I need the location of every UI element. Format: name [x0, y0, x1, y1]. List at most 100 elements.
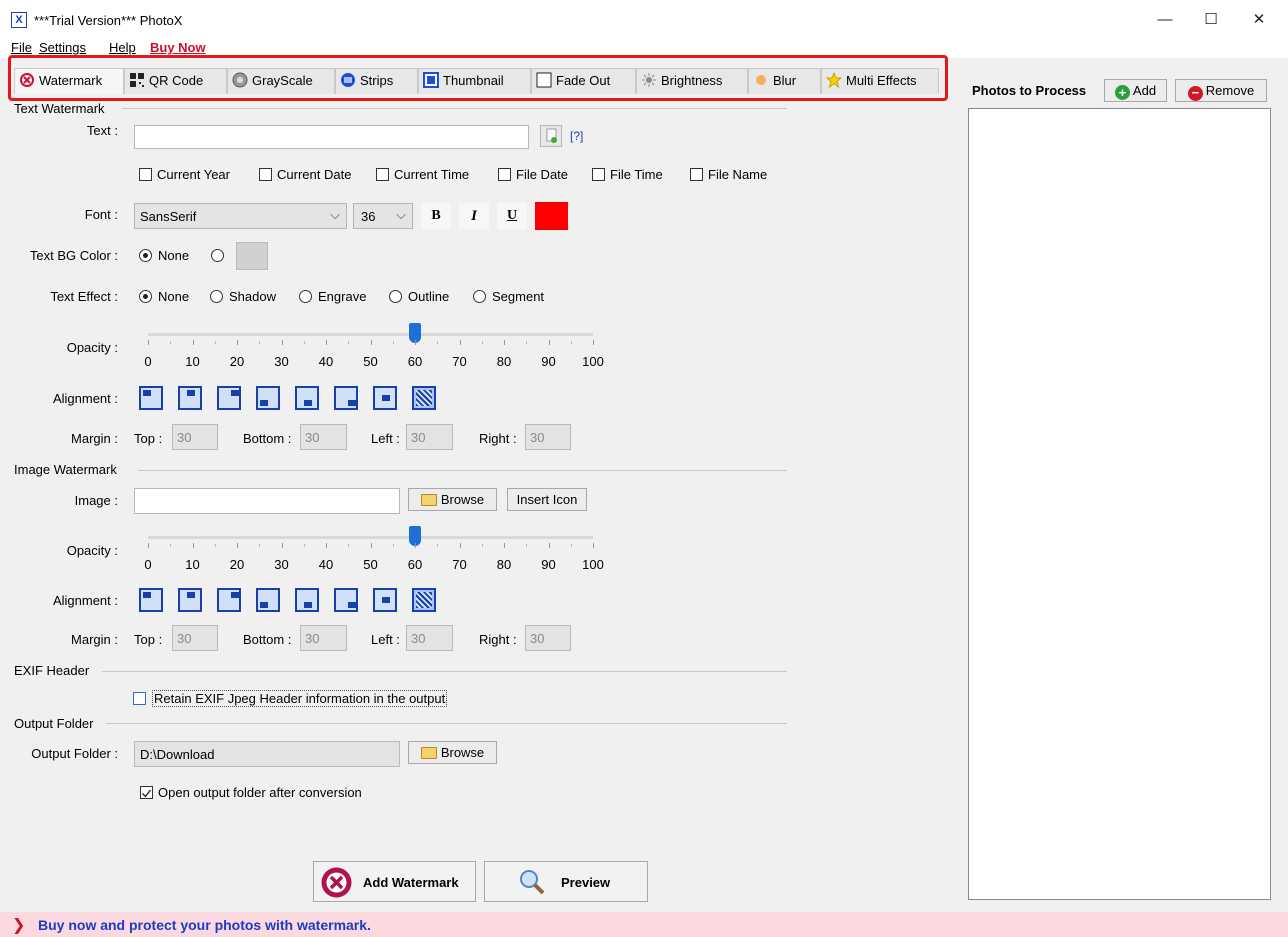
effect-label: Segment — [492, 289, 545, 304]
slider-tick-label: 0 — [144, 557, 152, 572]
retain-exif-checkbox[interactable] — [133, 692, 146, 705]
minimize-button[interactable]: — — [1142, 6, 1188, 34]
add-watermark-button[interactable]: Add Watermark — [313, 861, 476, 902]
add-photos-button[interactable]: + Add — [1104, 79, 1167, 102]
checkbox-current-time[interactable] — [376, 168, 389, 181]
checkbox-file-date[interactable] — [498, 168, 511, 181]
slider-minor-tick — [259, 341, 261, 344]
margin-top-input[interactable]: 30 — [172, 424, 218, 450]
alignment-marker — [231, 592, 239, 598]
margin-right-input[interactable]: 30 — [525, 625, 571, 651]
buy-now-message[interactable]: Buy now and protect your photos with wat… — [38, 917, 371, 933]
font-label: Font : — [84, 207, 118, 222]
alignment-button[interactable] — [256, 588, 280, 612]
preview-button[interactable]: Preview — [484, 861, 648, 902]
section-divider — [138, 470, 787, 471]
image-path-input[interactable] — [134, 488, 400, 514]
underline-button[interactable]: U — [497, 203, 527, 229]
tile-pattern-icon — [416, 592, 432, 608]
insert-icon-button[interactable]: Insert Icon — [507, 488, 587, 511]
section-divider — [106, 723, 787, 724]
alignment-button[interactable] — [178, 588, 202, 612]
image-opacity-slider[interactable]: 0 10 20 30 40 50 60 70 80 90 100 — [130, 521, 612, 575]
menu-help[interactable]: Help — [109, 40, 136, 55]
slider-tick-mark — [548, 340, 550, 345]
help-link[interactable]: [?] — [570, 129, 583, 143]
alignment-button[interactable] — [139, 386, 163, 410]
alignment-button[interactable] — [373, 588, 397, 612]
alignment-button[interactable] — [295, 386, 319, 410]
alignment-marker — [231, 390, 239, 396]
italic-button[interactable]: I — [459, 203, 489, 229]
menu-buy-now[interactable]: Buy Now — [150, 40, 206, 55]
photo-list[interactable] — [968, 108, 1271, 900]
effect-outline-radio[interactable] — [389, 290, 402, 303]
slider-minor-tick — [170, 341, 172, 344]
browse-output-button[interactable]: Browse — [408, 741, 497, 764]
slider-track — [148, 333, 593, 336]
bg-none-radio[interactable] — [139, 249, 152, 262]
menu-settings[interactable]: Settings — [39, 40, 86, 55]
margin-right-label: Right : — [479, 632, 517, 647]
slider-tick-mark — [237, 340, 238, 345]
font-family-select[interactable]: SansSerif ⌵ — [134, 203, 347, 229]
add-text-variable-button[interactable] — [540, 125, 562, 147]
alignment-button[interactable] — [217, 588, 241, 612]
slider-tick-label: 100 — [582, 557, 604, 572]
button-label: Browse — [440, 492, 485, 507]
slider-minor-tick — [570, 544, 572, 547]
checkbox-label: Current Date — [277, 167, 352, 182]
effect-shadow-radio[interactable] — [210, 290, 223, 303]
alignment-button[interactable] — [256, 386, 280, 410]
margin-bottom-input[interactable]: 30 — [300, 424, 347, 450]
margin-right-input[interactable]: 30 — [525, 424, 571, 450]
bg-color-radio[interactable] — [211, 249, 224, 262]
margin-left-input[interactable]: 30 — [406, 424, 453, 450]
alignment-button[interactable] — [334, 588, 358, 612]
alignment-button[interactable] — [334, 386, 358, 410]
close-button[interactable]: ✕ — [1236, 6, 1282, 34]
effect-segment-radio[interactable] — [473, 290, 486, 303]
margin-top-label: Top : — [134, 431, 163, 446]
browse-image-button[interactable]: Browse — [408, 488, 497, 511]
effect-engrave-radio[interactable] — [299, 290, 312, 303]
margin-bottom-label: Bottom : — [243, 431, 292, 446]
text-opacity-slider[interactable]: 0 10 20 30 40 50 60 70 80 90 100 — [130, 318, 612, 372]
bold-button[interactable]: B — [421, 203, 451, 229]
checkbox-file-name[interactable] — [690, 168, 703, 181]
alignment-button[interactable] — [412, 588, 436, 612]
alignment-marker — [348, 602, 356, 608]
margin-bottom-input[interactable]: 30 — [300, 625, 347, 651]
alignment-button[interactable] — [412, 386, 436, 410]
watermark-text-input[interactable] — [134, 125, 529, 149]
margin-top-input[interactable]: 30 — [172, 625, 218, 651]
section-divider — [122, 108, 787, 109]
slider-tick-label: 50 — [363, 354, 378, 369]
alignment-button[interactable] — [295, 588, 319, 612]
menu-file[interactable]: File — [11, 40, 32, 55]
alignment-button[interactable] — [217, 386, 241, 410]
remove-photos-button[interactable]: − Remove — [1175, 79, 1267, 102]
slider-tick-mark — [459, 340, 461, 345]
alignment-button[interactable] — [178, 386, 202, 410]
font-size-select[interactable]: 36 ⌵ — [353, 203, 413, 229]
slider-tick-label: 60 — [407, 557, 423, 572]
bg-color-swatch[interactable] — [236, 242, 268, 270]
slider-track — [148, 536, 593, 539]
alignment-marker — [143, 390, 151, 396]
button-label: Browse — [440, 745, 485, 760]
checkbox-label: Current Year — [157, 167, 230, 182]
output-folder-input[interactable]: D:\Download — [134, 741, 400, 767]
checkbox-current-year[interactable] — [139, 168, 152, 181]
margin-label: Margin : — [71, 632, 118, 647]
effect-none-radio[interactable] — [139, 290, 152, 303]
slider-tick-label: 90 — [541, 557, 556, 572]
alignment-button[interactable] — [139, 588, 163, 612]
open-output-folder-checkbox[interactable] — [140, 786, 153, 799]
text-color-swatch[interactable] — [535, 202, 568, 230]
checkbox-current-date[interactable] — [259, 168, 272, 181]
checkbox-file-time[interactable] — [592, 168, 605, 181]
margin-left-input[interactable]: 30 — [406, 625, 453, 651]
alignment-button[interactable] — [373, 386, 397, 410]
maximize-button[interactable]: ☐ — [1188, 6, 1234, 34]
